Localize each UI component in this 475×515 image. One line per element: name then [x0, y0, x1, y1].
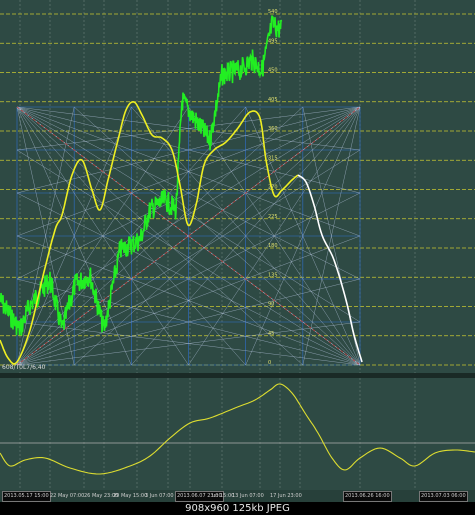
- time-axis-label: 2013.05.17 15:00: [2, 491, 51, 502]
- level-label: 315: [268, 155, 278, 161]
- level-label: 360: [268, 126, 278, 132]
- time-axis-label: 2013.06.26 16:00: [343, 491, 392, 502]
- time-axis-label: 13 Jun 07:00: [232, 493, 264, 499]
- level-label: 135: [268, 272, 278, 278]
- level-label: 540: [268, 9, 278, 15]
- time-axis-label: 17 Jun 23:00: [270, 493, 302, 499]
- level-label: 90: [268, 302, 274, 308]
- main-chart-background: [0, 0, 475, 373]
- time-axis-label: 22 May 07:00: [50, 493, 85, 499]
- level-label: 450: [268, 68, 278, 74]
- level-label: 225: [268, 214, 278, 220]
- level-label: 180: [268, 243, 278, 249]
- time-axis-label: 3 Jun 07:00: [145, 493, 174, 499]
- time-axis-label: 2013.07.03 06:00: [419, 491, 468, 502]
- time-axis-label: 29 May 15:00: [113, 493, 148, 499]
- time-axis: 2013.05.17 15:00 22 May 07:00 26 May 23:00…: [0, 490, 475, 502]
- level-label: 45: [268, 331, 274, 337]
- image-footer: 908x960 125kb JPEG: [0, 502, 475, 515]
- level-label: 0: [268, 360, 271, 366]
- level-label: 405: [268, 97, 278, 103]
- indicator-label: 608/T0L7/6,40: [2, 364, 46, 371]
- gann-grid: [16, 106, 361, 366]
- level-label: 495: [268, 38, 278, 44]
- oscillator-background: [0, 378, 475, 490]
- time-axis-label: un 15:00: [212, 493, 235, 499]
- oscillator-chart[interactable]: [0, 378, 475, 490]
- main-price-chart[interactable]: 54049545040536031527022518013590450: [0, 0, 475, 373]
- chart-window: 540 495 450 405 360 315 270 225 180 135 90 45 0 608/…: [0, 0, 475, 515]
